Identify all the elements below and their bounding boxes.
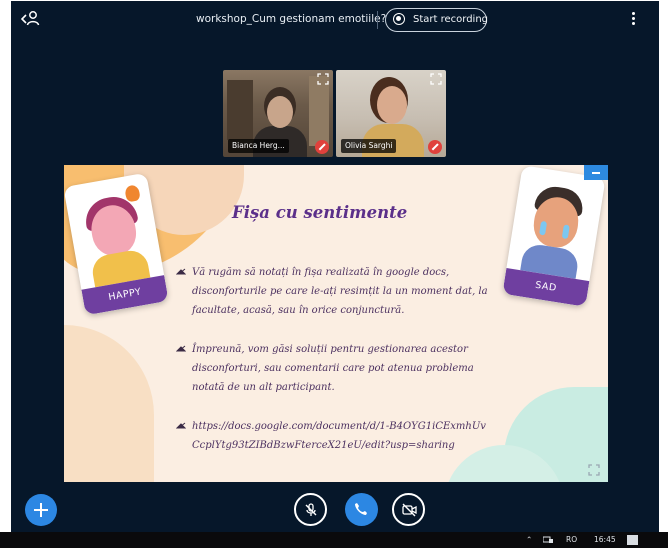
bullet-text: Vă rugăm să notați în fișa realizată în …: [192, 267, 488, 316]
participant-head: [267, 96, 293, 128]
fullscreen-icon[interactable]: [588, 464, 600, 476]
mic-muted-icon: [428, 140, 442, 154]
record-icon: [393, 13, 405, 25]
sad-card: SAD: [502, 165, 606, 307]
decor-shape: [64, 325, 154, 482]
users-list-icon[interactable]: [21, 10, 41, 28]
fire-icon: [124, 184, 141, 203]
participant-head: [377, 86, 407, 124]
background-shelf: [227, 80, 253, 140]
bullet-marker-icon: [176, 345, 186, 352]
chevron-up-icon[interactable]: ⌃: [526, 535, 532, 544]
more-options-icon[interactable]: [631, 12, 637, 30]
slide-title: Fișa cu sentimente: [232, 203, 408, 222]
camera-off-icon: [402, 503, 417, 517]
participant-video[interactable]: Olivia Sarghi: [336, 70, 446, 157]
conference-app: workshop_Cum gestionam emotiile? Start r…: [11, 1, 659, 532]
actions-plus-button[interactable]: [25, 494, 57, 526]
windows-taskbar: ⌃ RO 16:45: [0, 532, 668, 548]
expand-icon[interactable]: [317, 73, 329, 85]
expand-icon[interactable]: [430, 73, 442, 85]
clock[interactable]: 16:45: [594, 535, 616, 544]
bullet-link[interactable]: https://docs.google.com/document/d/1-B4O…: [192, 417, 488, 455]
presentation-slide: HAPPY SAD Fișa cu sentimente Vă rugăm să…: [64, 165, 608, 482]
record-label: Start recording: [413, 14, 489, 25]
mic-off-icon: [305, 503, 317, 516]
bullet-text: Împreună, vom găsi soluții pentru gestio…: [192, 344, 474, 393]
start-recording-button[interactable]: Start recording: [385, 8, 489, 32]
background-shelf: [309, 76, 329, 146]
mute-mic-button[interactable]: [294, 493, 327, 526]
leave-audio-button[interactable]: [345, 493, 378, 526]
participant-name: Olivia Sarghi: [341, 139, 397, 153]
bullet-marker-icon: [176, 268, 186, 275]
divider: [377, 11, 378, 29]
network-icon[interactable]: [543, 536, 553, 544]
participant-name: Bianca Herg...: [228, 139, 289, 153]
notifications-icon[interactable]: [627, 535, 638, 545]
share-webcam-button[interactable]: [392, 493, 425, 526]
bullet-marker-icon: [176, 422, 186, 429]
top-bar: workshop_Cum gestionam emotiile? Start r…: [11, 1, 659, 41]
meeting-title: workshop_Cum gestionam emotiile?: [196, 13, 387, 25]
language-indicator[interactable]: RO: [566, 535, 577, 544]
mic-muted-icon: [315, 140, 329, 154]
phone-icon: [355, 503, 367, 515]
minimize-presentation-button[interactable]: [584, 165, 608, 180]
participant-video[interactable]: Bianca Herg...: [223, 70, 333, 157]
